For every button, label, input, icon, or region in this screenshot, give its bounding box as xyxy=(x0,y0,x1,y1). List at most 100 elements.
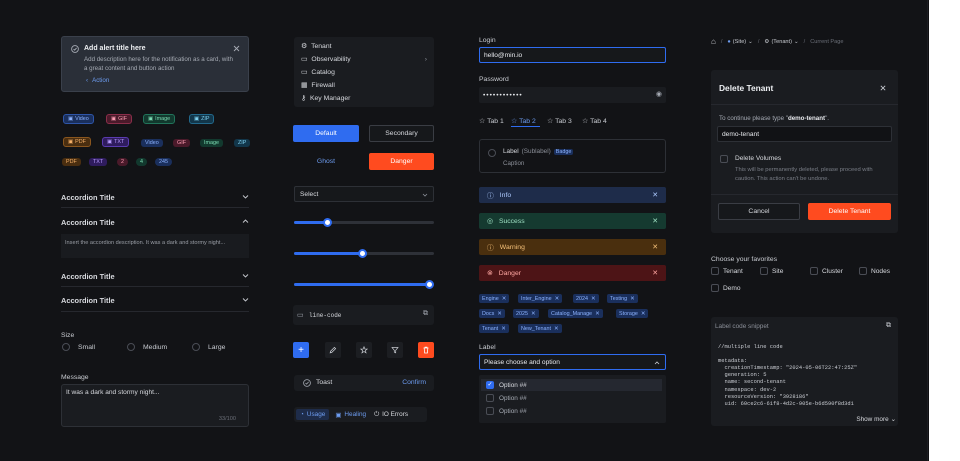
checkbox xyxy=(486,407,494,415)
tab-1[interactable]: ☆ Tab 1 xyxy=(479,117,504,126)
delete-volumes-checkbox[interactable] xyxy=(720,155,728,163)
close-icon[interactable] xyxy=(880,85,886,91)
password-input[interactable]: •••••••••••• ◉ xyxy=(479,87,666,103)
ghost-button[interactable]: Ghost xyxy=(293,153,359,170)
accordion-item-expanded[interactable]: Accordion Title xyxy=(61,218,249,227)
slider-track[interactable] xyxy=(294,249,434,258)
accordion-item[interactable]: Accordion Title xyxy=(61,296,249,305)
close-icon[interactable]: ✕ xyxy=(555,296,560,302)
delete-tenant-button[interactable]: Delete Tenant xyxy=(808,203,891,220)
tab-io-errors[interactable]: ⏻ IO Errors xyxy=(372,409,410,420)
breadcrumb-tenant[interactable]: ⚙ (Tenant) ⌄ xyxy=(764,39,798,45)
alert-action-link[interactable]: ‹ Action xyxy=(86,77,109,84)
slider-thumb[interactable] xyxy=(358,249,368,258)
menu-item-firewall[interactable]: ▦ Firewall xyxy=(301,81,335,90)
power-icon: ⏻ xyxy=(374,410,380,418)
radio-medium[interactable] xyxy=(127,343,135,351)
radio-large[interactable] xyxy=(192,343,200,351)
default-button[interactable]: Default xyxy=(293,125,359,142)
card-radio[interactable] xyxy=(488,149,496,157)
close-icon[interactable] xyxy=(233,45,240,52)
dropdown-option[interactable]: Option ## xyxy=(481,392,662,404)
copy-icon[interactable]: ⧉ xyxy=(423,310,428,318)
badge-pdf: ▣ PDF xyxy=(63,137,91,147)
message-textarea[interactable]: It was a dark and stormy night... 33/100 xyxy=(61,384,249,427)
tag-chip: Storage ✕ xyxy=(616,309,649,318)
slider-thumb[interactable] xyxy=(425,280,435,289)
copy-icon[interactable]: ⧉ xyxy=(886,322,891,330)
add-button[interactable]: + xyxy=(293,342,309,358)
radio-small[interactable] xyxy=(62,343,70,351)
close-icon[interactable]: ✕ xyxy=(595,311,600,317)
tab-2[interactable]: ☆ Tab 2 xyxy=(511,117,536,126)
tab-usage[interactable]: ◔ Usage xyxy=(296,409,330,420)
confirm-name-input[interactable]: demo-tenant xyxy=(717,126,892,142)
cancel-button[interactable]: Cancel xyxy=(718,203,800,220)
code-line: name: second-tenant xyxy=(718,379,786,386)
close-icon[interactable]: ✕ xyxy=(641,311,646,317)
menu-item-observability[interactable]: ▭ Observability › xyxy=(301,55,427,64)
favorite-option[interactable]: Demo xyxy=(711,284,741,292)
file-icon: ▣ xyxy=(107,139,113,145)
tab-4[interactable]: ☆ Tab 4 xyxy=(582,117,607,126)
slider-thumb[interactable] xyxy=(323,218,333,227)
secondary-button[interactable]: Secondary xyxy=(369,125,434,142)
menu-item-catalog[interactable]: ▭ Catalog xyxy=(301,68,335,77)
close-icon[interactable]: ✕ xyxy=(531,311,536,317)
filter-button[interactable] xyxy=(387,342,403,358)
dropdown-select[interactable]: Please choose and option xyxy=(479,354,666,370)
favorite-option[interactable]: Site xyxy=(760,267,783,275)
favorite-option[interactable]: Nodes xyxy=(859,267,890,275)
close-icon[interactable]: ✕ xyxy=(502,296,507,302)
close-icon[interactable]: ✕ xyxy=(652,243,658,251)
close-icon[interactable]: ✕ xyxy=(501,326,506,332)
accordion-item[interactable]: Accordion Title xyxy=(61,272,249,281)
healing-icon: ▣ xyxy=(335,411,342,419)
alert-title: Add alert title here xyxy=(84,45,146,52)
count-badge: 4 xyxy=(136,158,147,166)
star-icon: ☆ xyxy=(511,118,518,125)
close-icon[interactable]: ✕ xyxy=(630,296,635,302)
close-icon[interactable]: ✕ xyxy=(652,269,658,277)
tab-healing[interactable]: ▣ Healing xyxy=(331,409,370,420)
eye-icon[interactable]: ◉ xyxy=(656,90,662,98)
close-icon[interactable]: ✕ xyxy=(652,217,658,225)
globe-icon: ● xyxy=(727,38,731,45)
favorite-option[interactable]: Tenant xyxy=(711,267,743,275)
slider-track[interactable] xyxy=(294,280,435,289)
accordion-item[interactable]: Accordion Title xyxy=(61,193,249,202)
dropdown-option[interactable]: Option ## xyxy=(481,405,662,417)
chevron-down-icon xyxy=(242,298,249,302)
toast-text: Toast xyxy=(316,379,333,386)
menu-item-key-manager[interactable]: ⚷ Key Manager xyxy=(301,94,350,103)
close-icon[interactable]: ✕ xyxy=(652,191,658,199)
star-button[interactable] xyxy=(356,342,372,358)
toast-confirm-button[interactable]: Confirm xyxy=(402,379,426,386)
close-icon[interactable]: ✕ xyxy=(497,311,502,317)
folder-icon: ▭ xyxy=(297,312,304,319)
danger-button[interactable]: Danger xyxy=(369,153,434,170)
dropdown-option[interactable]: ✓ Option ## xyxy=(481,379,662,391)
file-icon: ▣ xyxy=(194,116,200,122)
code-line: resourceVersion: "3928186" xyxy=(718,393,809,400)
edit-button[interactable] xyxy=(325,342,341,358)
select-dropdown[interactable]: Select xyxy=(294,186,434,202)
divider xyxy=(61,286,249,287)
home-icon[interactable]: ⌂ xyxy=(711,37,716,46)
close-icon[interactable]: ✕ xyxy=(591,296,596,302)
char-counter: 33/100 xyxy=(218,416,236,422)
delete-button[interactable] xyxy=(418,342,434,358)
checkbox-card[interactable]: Label (Sublabel) Badge Caption xyxy=(479,139,666,173)
show-more-button[interactable]: Show more ⌄ xyxy=(856,415,896,424)
login-input[interactable]: hello@min.io xyxy=(479,47,666,63)
favorites-label: Choose your favorites xyxy=(711,256,778,263)
accordion-title: Accordion Title xyxy=(61,296,115,305)
breadcrumb-site[interactable]: ● (Site) ⌄ xyxy=(727,39,752,45)
select-value: Select xyxy=(300,190,319,198)
close-icon[interactable]: ✕ xyxy=(554,326,559,332)
tab-3[interactable]: ☆ Tab 3 xyxy=(547,117,572,126)
star-icon: ☆ xyxy=(582,118,589,125)
favorite-option[interactable]: Cluster xyxy=(810,267,843,275)
slider-track[interactable] xyxy=(294,218,434,227)
menu-item-tenant[interactable]: ⚙ Tenant xyxy=(301,42,332,51)
